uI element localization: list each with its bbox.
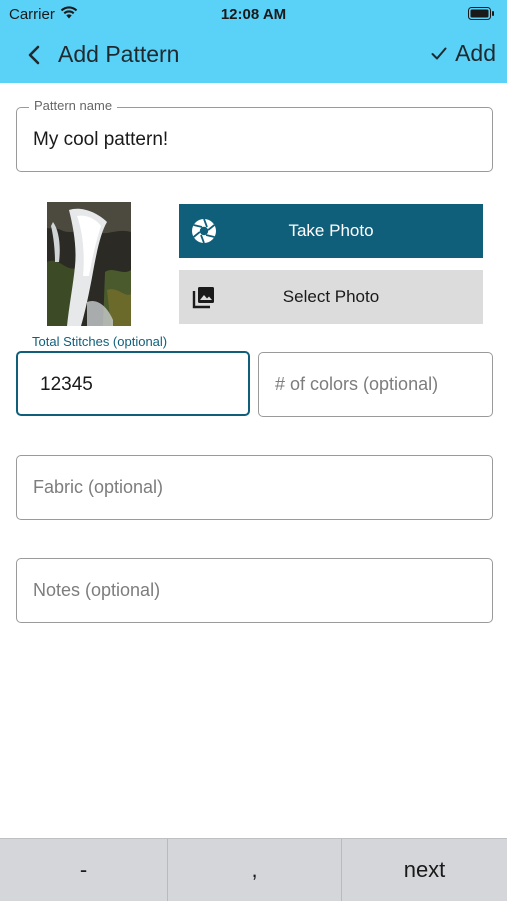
total-stitches-field[interactable]: 12345 [16,351,250,416]
take-photo-label: Take Photo [288,221,374,240]
colors-count-placeholder: # of colors (optional) [275,374,439,394]
pattern-name-field[interactable]: Pattern name My cool pattern! [16,98,493,172]
pattern-name-label: Pattern name [29,98,118,113]
status-time: 12:08 AM [220,6,287,23]
select-photo-label: Select Photo [282,287,380,306]
back-chevron-icon [28,45,40,65]
select-photo-button[interactable]: Select Photo [179,270,483,324]
key-next[interactable]: next [341,839,507,901]
keyboard-accessory-bar: - , next [0,838,507,901]
notes-placeholder: Notes (optional) [33,580,161,600]
add-button[interactable]: Add [431,40,496,67]
add-button-label: Add [455,40,496,66]
total-stitches-value: 12345 [40,374,93,395]
status-bar: Carrier 12:08 AM [0,0,507,28]
fabric-placeholder: Fabric (optional) [33,477,164,497]
key-dash[interactable]: - [0,839,167,901]
notes-field[interactable]: Notes (optional) [16,558,493,623]
fabric-field[interactable]: Fabric (optional) [16,455,493,520]
take-photo-button[interactable]: Take Photo [179,204,483,258]
pattern-photo-thumbnail [47,202,131,326]
total-stitches-label: Total Stitches (optional) [28,334,216,349]
key-comma[interactable]: , [167,839,341,901]
back-button[interactable] [22,42,46,68]
battery-icon [468,7,495,24]
navigation-bar: Add Pattern Add [0,28,507,83]
pattern-name-value: My cool pattern! [33,129,169,150]
colors-count-field[interactable]: # of colors (optional) [258,352,493,417]
page-title: Add Pattern [58,41,180,67]
checkmark-icon [431,47,447,60]
photo-library-icon [191,284,217,310]
camera-shutter-icon [191,218,217,244]
